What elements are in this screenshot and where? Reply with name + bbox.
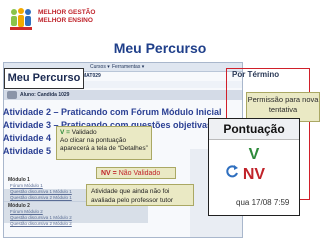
module-item-link[interactable]: Questão discursiva 1 Módulo 2 [10, 215, 72, 220]
column-header-por-termino: Por Término [232, 70, 280, 79]
logo-line2: MELHOR ENSINO [38, 17, 93, 24]
legend-v-text: Ao clicar na pontuação aparecerá a tela … [60, 137, 148, 152]
module-item-link[interactable]: Questão discursiva 1 Módulo 1 [10, 189, 72, 194]
pontuacao-validado[interactable]: V [209, 146, 299, 164]
module-item-link[interactable]: Fórum Módulo 1 [10, 183, 43, 188]
slide-title: Meu Percurso [113, 40, 207, 56]
student-name: Aluno: Candida 1029 [20, 92, 70, 98]
legend-nv-value: Não Validado [118, 170, 161, 177]
pontuacao-nao-validado[interactable]: NV [209, 166, 299, 184]
menu-cursos[interactable]: Cursos ▾ [90, 64, 110, 70]
module-item-link[interactable]: Questão discursiva 2 Módulo 2 [10, 221, 72, 226]
legend-v-value: Validado [71, 129, 97, 136]
legend-validado: V = Validado Ao clicar na pontuação apar… [56, 126, 152, 160]
legend-nao-validado: NV = Não Validado [96, 167, 176, 179]
activity-row[interactable]: Atividade 5 [3, 145, 51, 158]
logo-people-icon [10, 8, 32, 30]
menu-ferramentas[interactable]: Ferramentas ▾ [112, 64, 144, 70]
student-avatar-icon [7, 91, 17, 99]
pontuacao-header: Pontuação [209, 119, 299, 140]
date-text: qua 17/08 7:59 [236, 198, 290, 207]
legend-v-key: V = [60, 129, 72, 136]
new-attempt-icon[interactable] [225, 164, 239, 178]
activity-row[interactable]: Atividade 4 [3, 132, 51, 145]
activity-row[interactable]: Atividade 2 – Praticando com Fórum Módul… [3, 106, 222, 119]
legend-nv-key: NV = [101, 170, 119, 177]
legend-not-evaluated: Atividade que ainda não foi avaliada pel… [86, 184, 194, 206]
module-item-link[interactable]: Questão discursiva 2 Módulo 1 [10, 195, 72, 200]
module-item-link[interactable]: Fórum Módulo 2 [10, 209, 43, 214]
logo-line1: MELHOR GESTÃO [38, 9, 96, 16]
course-code: MAT029 [82, 73, 101, 79]
meu-percurso-label: Meu Percurso [4, 68, 84, 89]
